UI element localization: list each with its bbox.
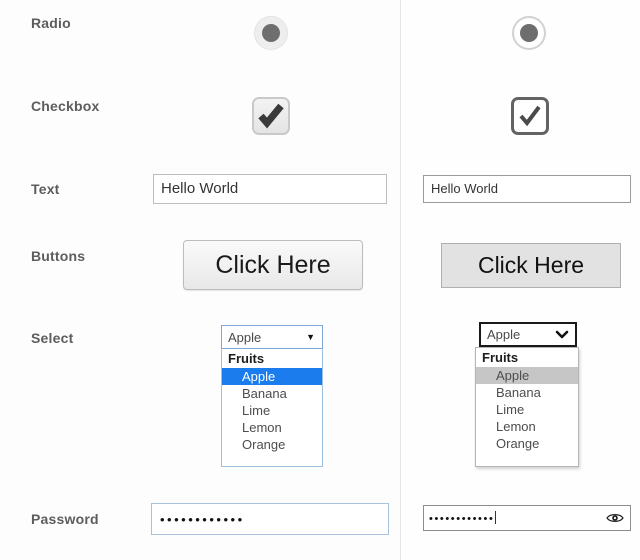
option-banana[interactable]: Banana [476, 384, 578, 401]
checkmark-icon [514, 100, 546, 132]
text-caret [495, 511, 496, 524]
checkmark-icon [254, 99, 288, 133]
radio-button-left[interactable] [254, 16, 288, 50]
select-left-dropdown[interactable]: Fruits Apple Banana Lime Lemon Orange [221, 349, 323, 467]
option-orange[interactable]: Orange [222, 436, 322, 453]
label-select: Select [31, 330, 73, 346]
optgroup-label: Fruits [476, 348, 578, 367]
option-apple[interactable]: Apple [222, 368, 322, 385]
option-apple[interactable]: Apple [476, 367, 578, 384]
text-input-left[interactable]: Hello World [153, 174, 387, 204]
label-text: Text [31, 181, 60, 197]
left-form-panel: Radio Checkbox Text Buttons Select Passw… [0, 0, 400, 560]
click-here-button-right[interactable]: Click Here [441, 243, 621, 288]
label-buttons: Buttons [31, 248, 85, 264]
form-comparison-view: Radio Checkbox Text Buttons Select Passw… [0, 0, 640, 560]
option-lime[interactable]: Lime [476, 401, 578, 418]
triangle-down-icon: ▼ [306, 332, 322, 342]
select-right[interactable]: Apple [479, 322, 577, 347]
label-radio: Radio [31, 15, 71, 31]
click-here-button-left[interactable]: Click Here [183, 240, 363, 290]
select-right-value: Apple [481, 327, 555, 342]
password-right-value: •••••••••••• [424, 511, 496, 525]
select-left[interactable]: Apple ▼ [221, 325, 323, 349]
radio-button-right[interactable] [512, 16, 546, 50]
password-right-dots: •••••••••••• [429, 513, 494, 525]
select-right-dropdown[interactable]: Fruits Apple Banana Lime Lemon Orange [475, 347, 579, 467]
text-input-right[interactable]: Hello World [423, 175, 631, 203]
option-lemon[interactable]: Lemon [222, 419, 322, 436]
checkbox-input-right[interactable] [511, 97, 549, 135]
password-input-right[interactable]: •••••••••••• [423, 505, 631, 531]
option-lemon[interactable]: Lemon [476, 418, 578, 435]
option-lime[interactable]: Lime [222, 402, 322, 419]
option-banana[interactable]: Banana [222, 385, 322, 402]
label-password: Password [31, 511, 99, 527]
checkbox-input-left[interactable] [252, 97, 290, 135]
password-left-value: •••••••••••• [152, 513, 245, 526]
eye-icon[interactable] [606, 512, 630, 524]
select-left-value: Apple [222, 330, 306, 345]
chevron-down-icon [555, 329, 575, 340]
label-checkbox: Checkbox [31, 98, 100, 114]
password-input-left[interactable]: •••••••••••• [151, 503, 389, 535]
option-orange[interactable]: Orange [476, 435, 578, 452]
optgroup-label: Fruits [222, 349, 322, 368]
